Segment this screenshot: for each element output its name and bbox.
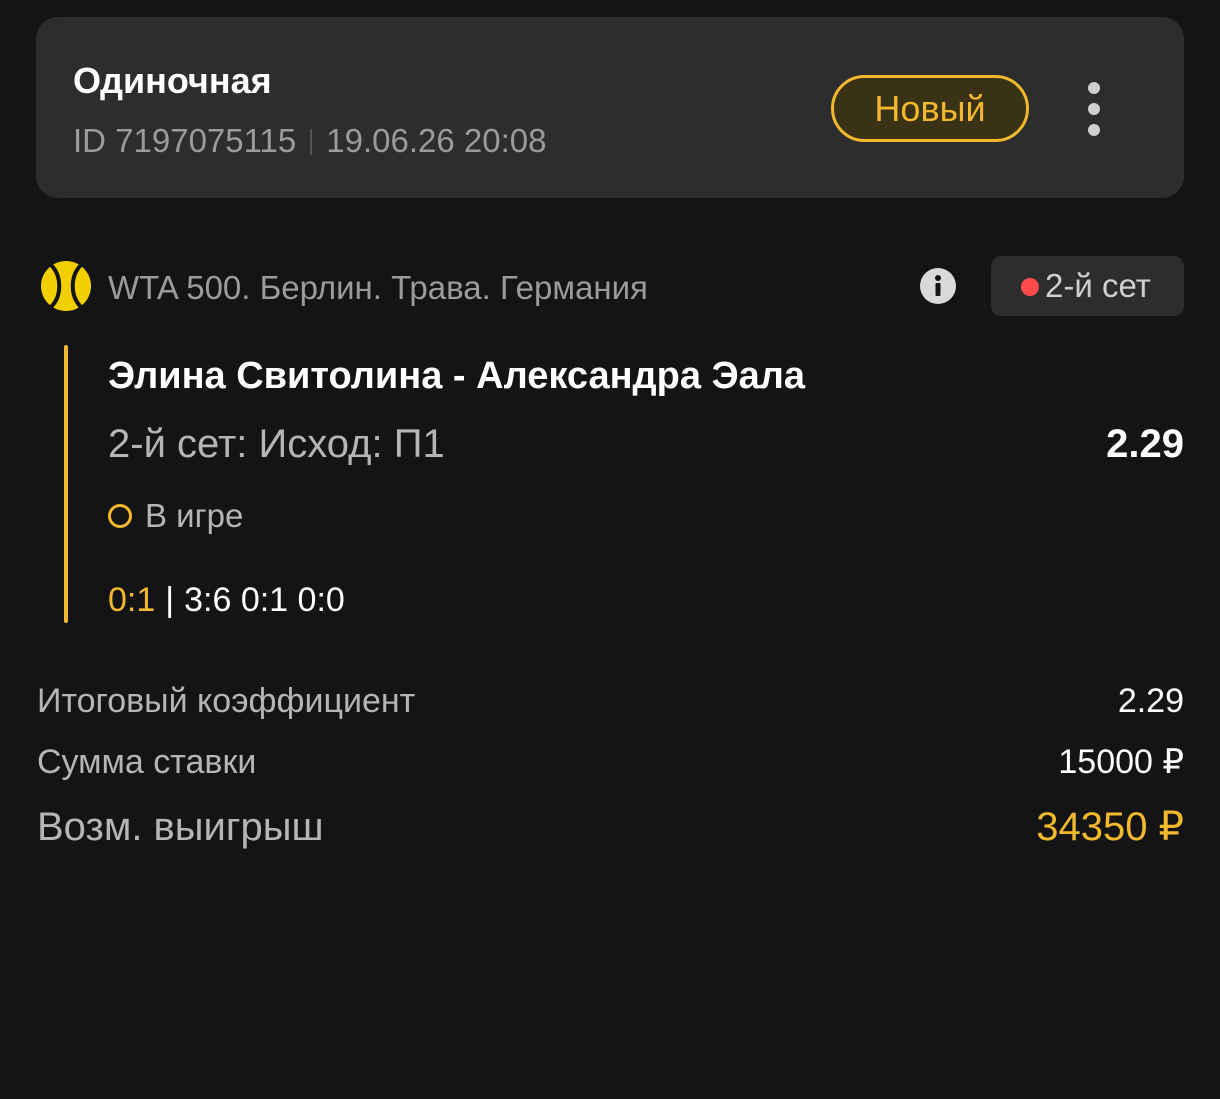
bet-datetime: 19.06.26 20:08 — [326, 122, 547, 159]
score-sets: 0:1 — [108, 581, 156, 619]
selection-odds: 2.29 — [1106, 422, 1184, 466]
bet-header-card: Одиночная ID 7197075115 19.06.26 20:08 Но… — [36, 17, 1184, 198]
stake-value: 15000 ₽ — [1058, 743, 1184, 781]
score-separator: | — [165, 581, 175, 619]
live-score: 0:1 | 3:6 0:1 0:0 — [108, 578, 345, 622]
total-odds-value: 2.29 — [1117, 682, 1184, 720]
bet-id: ID 7197075115 — [73, 122, 297, 159]
match-name[interactable]: Элина Свитолина - Александра Эала — [108, 354, 805, 398]
more-vertical-icon[interactable] — [1079, 79, 1109, 139]
status-badge: Новый — [831, 75, 1029, 142]
total-odds-label: Итоговый коэффициент — [37, 682, 416, 720]
selection-accent-bar — [64, 345, 68, 623]
payout-label: Возм. выигрыш — [37, 805, 324, 849]
total-odds-row: Итоговый коэффициент 2.29 — [37, 679, 1184, 723]
tennis-ball-icon — [41, 261, 91, 311]
bet-type-title: Одиночная — [73, 60, 272, 101]
in-play-circle-icon — [108, 504, 132, 528]
market-outcome: 2-й сет: Исход: П1 — [108, 422, 445, 466]
payout-row: Возм. выигрыш 34350 ₽ — [37, 802, 1184, 852]
stake-label: Сумма ставки — [37, 743, 257, 781]
live-period-badge: 2-й сет — [991, 256, 1184, 316]
info-icon[interactable] — [919, 267, 957, 305]
league-name[interactable]: WTA 500. Берлин. Трава. Германия — [108, 266, 648, 310]
stake-row: Сумма ставки 15000 ₽ — [37, 740, 1184, 784]
live-period-label: 2-й сет — [1045, 267, 1151, 304]
payout-value: 34350 ₽ — [1036, 805, 1184, 849]
selection-state: В игре — [145, 497, 244, 534]
meta-divider — [310, 129, 313, 155]
score-games: 3:6 0:1 0:0 — [184, 581, 345, 619]
bet-meta: ID 7197075115 19.06.26 20:08 — [73, 121, 546, 161]
live-dot-icon — [1021, 278, 1039, 296]
